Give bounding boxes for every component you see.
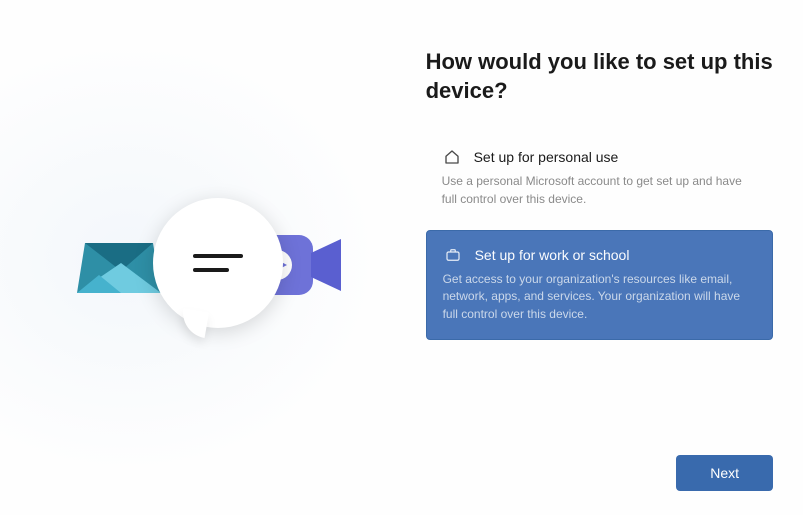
footer-actions: Next [676, 455, 773, 491]
option-personal-use[interactable]: Set up for personal use Use a personal M… [426, 133, 773, 224]
option-personal-title: Set up for personal use [474, 149, 619, 165]
illustration-panel [0, 0, 426, 515]
setup-illustration [63, 173, 343, 353]
setup-screen: How would you like to set up this device… [0, 0, 803, 515]
setup-options: Set up for personal use Use a personal M… [426, 133, 773, 340]
content-panel: How would you like to set up this device… [426, 0, 803, 515]
option-personal-desc: Use a personal Microsoft account to get … [442, 173, 757, 208]
chat-bubble-icon [153, 198, 283, 328]
home-icon [442, 147, 462, 167]
option-work-school[interactable]: Set up for work or school Get access to … [426, 230, 773, 340]
next-button[interactable]: Next [676, 455, 773, 491]
briefcase-icon [443, 245, 463, 265]
option-work-title: Set up for work or school [475, 247, 630, 263]
page-title: How would you like to set up this device… [426, 48, 773, 105]
chat-lines [193, 254, 243, 272]
option-work-desc: Get access to your organization's resour… [443, 271, 756, 323]
